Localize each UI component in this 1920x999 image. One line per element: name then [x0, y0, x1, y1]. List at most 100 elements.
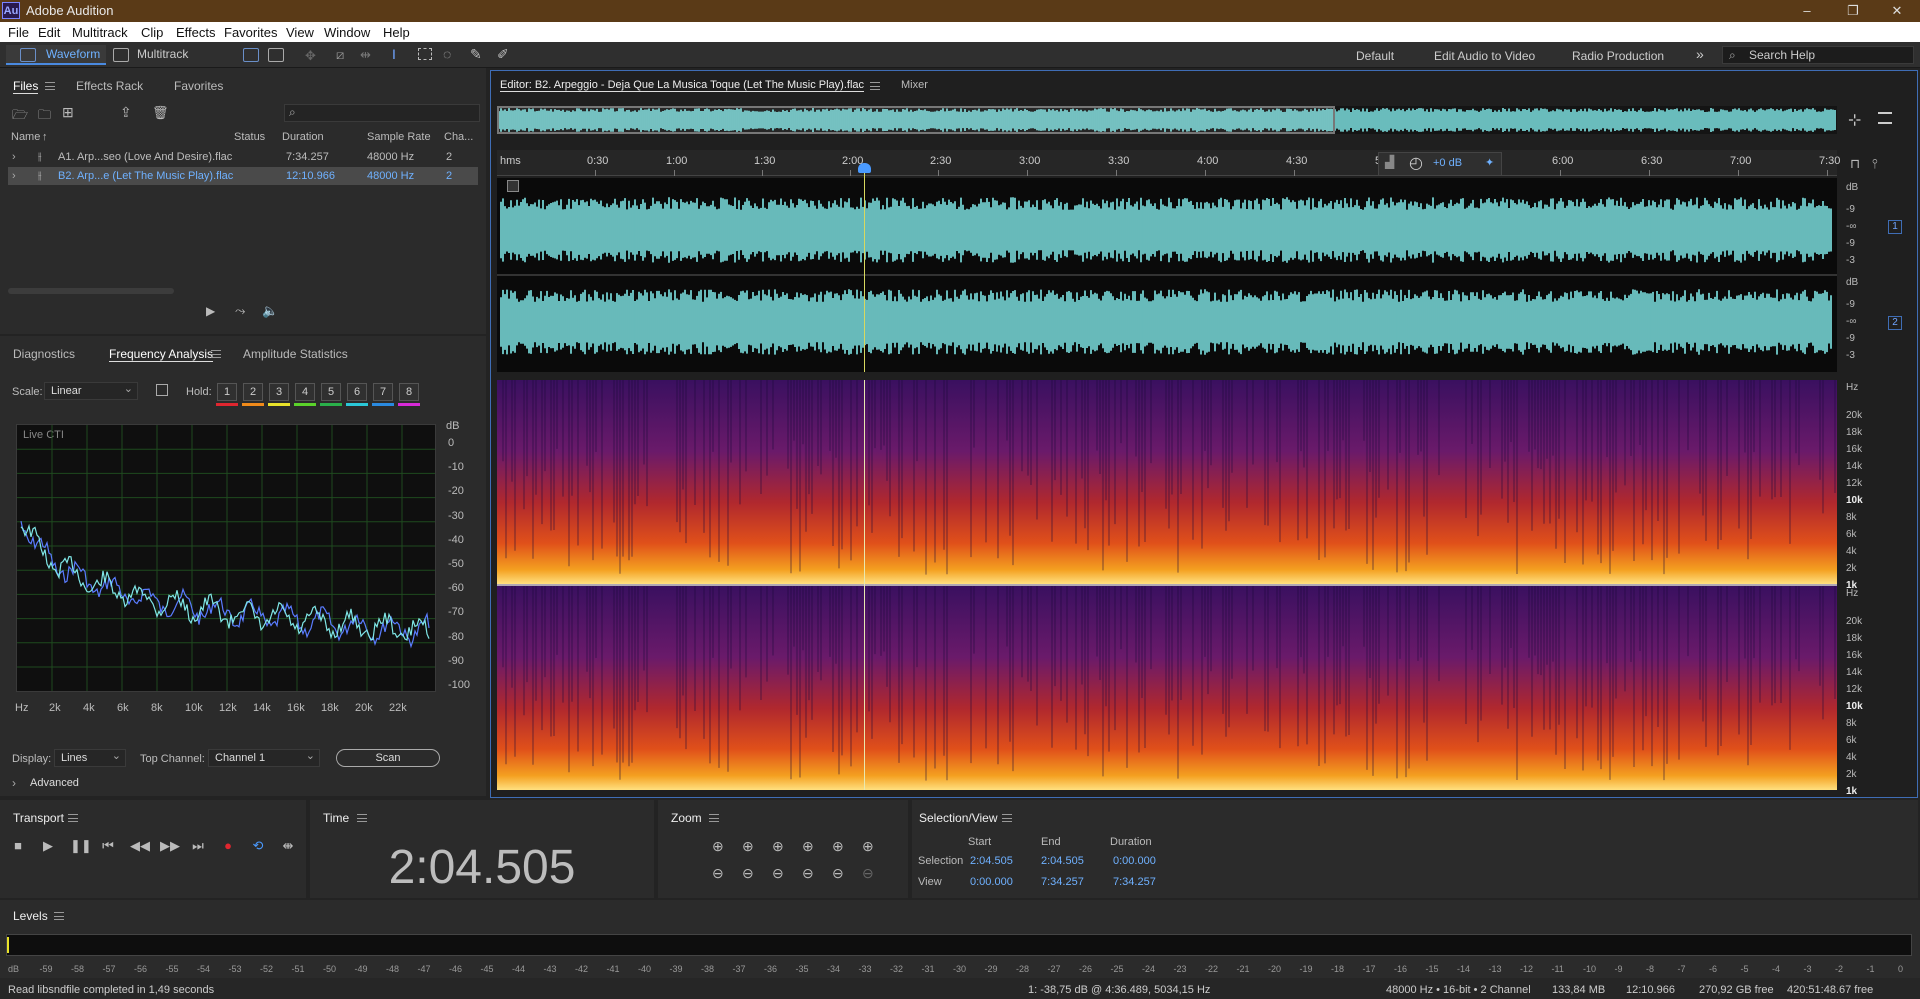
tab-editor[interactable]: Editor: B2. Arpeggio - Deja Que La Music…	[500, 79, 864, 92]
hold-button-2[interactable]: 2	[243, 383, 263, 401]
menu-clip[interactable]: Clip	[141, 25, 163, 40]
overview-view-range[interactable]	[497, 106, 1335, 134]
search-help-input[interactable]: ⌕ Search Help	[1722, 46, 1914, 64]
menu-file[interactable]: File	[8, 25, 29, 40]
spectral-display-icon[interactable]	[243, 48, 259, 62]
selection-duration[interactable]: 0:00.000	[1113, 855, 1156, 867]
marquee-tool-icon[interactable]	[418, 48, 432, 60]
multitrack-tab[interactable]: Multitrack	[137, 47, 188, 61]
more-workspaces-icon[interactable]: »	[1696, 46, 1704, 62]
zoom-menu-icon[interactable]	[709, 814, 719, 822]
import-file-icon[interactable]: 🗀	[38, 106, 51, 128]
zoom-out-time-icon[interactable]: ⊖	[742, 865, 754, 882]
frequency-menu-icon[interactable]	[211, 350, 221, 358]
loop-preview-icon[interactable]: ⤳	[235, 303, 245, 319]
close-button[interactable]: ✕	[1874, 0, 1920, 22]
view-duration[interactable]: 7:34.257	[1113, 876, 1156, 888]
playhead-handle[interactable]	[858, 163, 871, 173]
playhead-cti[interactable]	[864, 164, 865, 372]
tab-files[interactable]: Files	[13, 79, 39, 94]
transport-menu-icon[interactable]	[68, 814, 78, 822]
workspace-default[interactable]: Default	[1356, 49, 1394, 63]
lasso-tool-icon[interactable]: ◌	[443, 46, 451, 62]
marker-pin-icon[interactable]: ⫯	[1872, 156, 1878, 172]
overlay-icon[interactable]	[156, 384, 168, 396]
autoplay-speaker-icon[interactable]: 🔈	[262, 303, 278, 319]
tab-frequency-analysis[interactable]: Frequency Analysis	[109, 347, 214, 362]
zoom-in-time-icon[interactable]: ⊕	[742, 838, 754, 855]
hold-button-4[interactable]: 4	[295, 383, 315, 401]
zoom-reset-icon[interactable]: ⊖	[832, 865, 844, 882]
spectral-display[interactable]	[497, 380, 1837, 790]
advanced-section[interactable]: Advanced	[30, 777, 79, 789]
zoom-in-amplitude-icon[interactable]: ⊕	[712, 838, 724, 855]
menu-view[interactable]: View	[286, 25, 314, 40]
snap-icon[interactable]: ⊓	[1850, 156, 1860, 172]
hold-button-6[interactable]: 6	[347, 383, 367, 401]
hold-button-3[interactable]: 3	[269, 383, 289, 401]
loop-playback-button[interactable]: ⟲	[250, 838, 266, 854]
channel-2-badge[interactable]: 2	[1888, 316, 1902, 330]
levels-hud-icon[interactable]: ▟	[1385, 155, 1394, 169]
zoom-selection-icon[interactable]: ⊕	[832, 838, 844, 855]
tab-mixer[interactable]: Mixer	[901, 79, 928, 91]
file-row[interactable]: › ⫲ A1. Arp...seo (Love And Desire).flac…	[8, 148, 478, 166]
scan-button[interactable]: Scan	[336, 749, 440, 767]
selection-view-menu-icon[interactable]	[1002, 814, 1012, 822]
insert-into-multitrack-icon[interactable]: ⇪	[120, 104, 132, 121]
play-preview-icon[interactable]: ▶	[206, 304, 215, 318]
stop-button[interactable]: ■	[10, 838, 26, 854]
pin-hud-icon[interactable]: ✦	[1485, 156, 1494, 169]
overview-bar[interactable]	[497, 106, 1837, 134]
minimize-button[interactable]: –	[1784, 0, 1830, 22]
waveform-tab[interactable]: Waveform	[46, 47, 100, 61]
zoom-out-amplitude-icon[interactable]: ⊖	[712, 865, 724, 882]
menu-multitrack[interactable]: Multitrack	[72, 25, 128, 40]
slip-tool-icon[interactable]: ⇹	[360, 47, 371, 63]
brush-tool-icon[interactable]: ✎	[470, 46, 482, 63]
zoom-out-left-icon[interactable]: ⊖	[772, 865, 784, 882]
display-select[interactable]: Lines	[54, 748, 126, 767]
zoom-tracks-icon[interactable]: ⊖	[862, 865, 874, 882]
workspace-edit-audio-to-video[interactable]: Edit Audio to Video	[1434, 49, 1535, 63]
hold-button-1[interactable]: 1	[217, 383, 237, 401]
menu-effects[interactable]: Effects	[176, 25, 216, 40]
workspace-radio-production[interactable]: Radio Production	[1572, 49, 1664, 63]
maximize-button[interactable]: ❐	[1830, 0, 1876, 22]
menu-help[interactable]: Help	[383, 25, 410, 40]
hold-button-8[interactable]: 8	[399, 383, 419, 401]
tab-effects-rack[interactable]: Effects Rack	[76, 79, 143, 93]
files-scrollbar[interactable]	[8, 288, 174, 294]
channel-1-badge[interactable]: 1	[1888, 220, 1902, 234]
time-selection-tool-icon[interactable]: I	[392, 46, 396, 62]
skip-selection-button[interactable]: ⇼	[280, 838, 296, 854]
view-start[interactable]: 0:00.000	[970, 876, 1013, 888]
menu-edit[interactable]: Edit	[38, 25, 60, 40]
record-button[interactable]: ●	[220, 838, 236, 854]
pitch-display-icon[interactable]	[268, 48, 284, 62]
open-file-icon[interactable]: 🗁	[12, 106, 28, 128]
editor-menu-icon[interactable]	[870, 82, 880, 90]
time-menu-icon[interactable]	[357, 814, 367, 822]
volume-knob-icon[interactable]: ◴	[1409, 153, 1423, 173]
col-name[interactable]: Name	[11, 131, 40, 143]
play-button[interactable]: ▶	[40, 838, 56, 854]
files-search-input[interactable]: ⌕	[284, 104, 480, 122]
col-status[interactable]: Status	[234, 131, 265, 143]
zoom-out-right-icon[interactable]: ⊖	[802, 865, 814, 882]
tab-diagnostics[interactable]: Diagnostics	[13, 347, 75, 361]
col-channels[interactable]: Cha...	[444, 131, 473, 143]
menu-window[interactable]: Window	[324, 25, 370, 40]
trash-icon[interactable]: 🗑	[152, 105, 169, 121]
tab-favorites[interactable]: Favorites	[174, 79, 223, 93]
pause-button[interactable]: ❚❚	[70, 838, 92, 854]
overview-menu-icon[interactable]	[1878, 112, 1892, 124]
rewind-button[interactable]: ◀◀	[130, 838, 150, 854]
files-menu-icon[interactable]	[45, 82, 55, 90]
view-end[interactable]: 7:34.257	[1041, 876, 1084, 888]
hold-button-7[interactable]: 7	[373, 383, 393, 401]
go-to-end-button[interactable]: ⏭	[190, 838, 206, 854]
zoom-to-selection-icon[interactable]: ⊹	[1848, 110, 1861, 130]
scale-select[interactable]: Linear	[44, 381, 138, 400]
top-channel-select[interactable]: Channel 1	[208, 748, 320, 767]
